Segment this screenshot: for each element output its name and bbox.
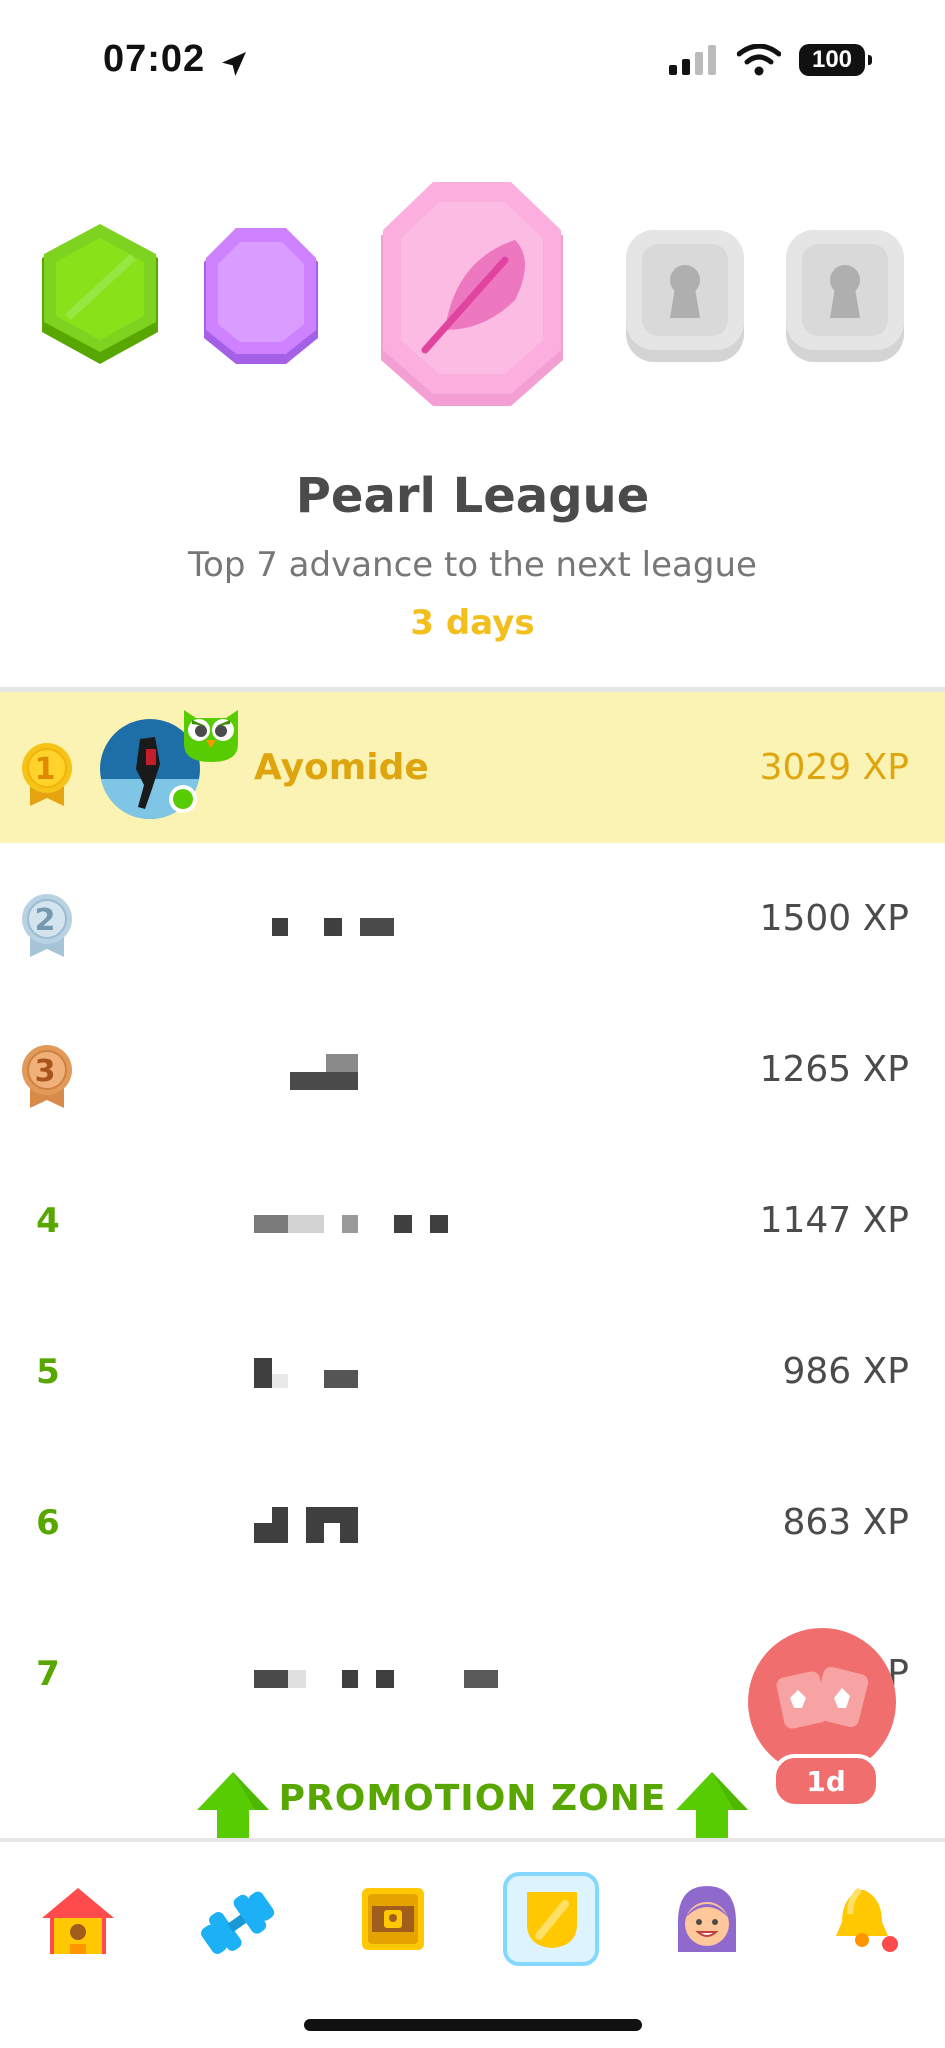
online-status-dot bbox=[169, 785, 197, 813]
blurred-user-name bbox=[342, 1215, 358, 1233]
blurred-user-name bbox=[326, 1054, 358, 1072]
league-subtitle: Top 7 advance to the next league bbox=[188, 545, 757, 585]
user-xp: 1500 XP bbox=[759, 898, 909, 939]
leaderboard-row[interactable]: 5 986 XP bbox=[0, 1296, 945, 1447]
rank-number: 4 bbox=[36, 1201, 60, 1241]
blurred-user-name bbox=[430, 1215, 448, 1233]
blurred-user-name bbox=[360, 918, 394, 936]
user-xp: 863 XP bbox=[782, 1502, 909, 1543]
amethyst-league-badge-icon[interactable] bbox=[200, 226, 322, 368]
location-arrow-icon bbox=[222, 52, 246, 76]
user-xp: 1147 XP bbox=[759, 1200, 909, 1241]
status-indicators: 100 bbox=[669, 44, 872, 76]
emerald-league-badge-icon[interactable] bbox=[38, 222, 162, 368]
blurred-user-name bbox=[254, 1670, 288, 1688]
avatar-icon[interactable] bbox=[670, 1882, 744, 1956]
home-icon[interactable] bbox=[40, 1886, 116, 1956]
blurred-user-name bbox=[254, 1523, 288, 1543]
leaderboard-row[interactable]: 6 863 XP bbox=[0, 1447, 945, 1598]
tab-bar bbox=[0, 1842, 945, 1992]
leaderboard-row[interactable]: 2 1500 XP bbox=[0, 843, 945, 994]
locked-league-badge-icon[interactable] bbox=[622, 226, 748, 366]
leaderboard-row[interactable]: 3 1265 XP bbox=[0, 994, 945, 1145]
rank-number: 1 bbox=[34, 752, 56, 787]
dumbbell-icon[interactable] bbox=[196, 1886, 278, 1958]
rank-number: 5 bbox=[36, 1352, 60, 1392]
blurred-user-name bbox=[376, 1670, 394, 1688]
home-indicator bbox=[304, 2019, 642, 2031]
promotion-arrow-icon bbox=[676, 1772, 748, 1840]
user-xp: 1265 XP bbox=[759, 1049, 909, 1090]
user-xp: 986 XP bbox=[782, 1351, 909, 1392]
league-title: Pearl League bbox=[295, 468, 650, 524]
rank-number: 2 bbox=[34, 903, 56, 938]
blurred-user-name bbox=[288, 1670, 306, 1688]
blurred-user-name bbox=[394, 1215, 412, 1233]
blurred-user-name bbox=[254, 1215, 288, 1233]
user-xp: 3029 XP bbox=[759, 747, 909, 788]
pearl-league-badge-icon[interactable] bbox=[375, 180, 569, 412]
blurred-user-name bbox=[290, 1072, 358, 1090]
user-name: Ayomide bbox=[254, 747, 429, 788]
promotion-zone-label: PROMOTION ZONE bbox=[278, 1778, 667, 1819]
blurred-user-name bbox=[464, 1670, 498, 1688]
battery-indicator: 100 bbox=[799, 44, 872, 76]
blurred-user-name bbox=[342, 1670, 358, 1688]
blurred-user-name bbox=[272, 1374, 288, 1388]
rank-number: 3 bbox=[34, 1054, 56, 1089]
leaderboard-row[interactable]: 4 1147 XP bbox=[0, 1145, 945, 1296]
status-time: 07:02 bbox=[103, 38, 206, 80]
league-time-left: 3 days bbox=[410, 603, 535, 643]
blurred-user-name bbox=[324, 1370, 358, 1388]
duo-owl-icon bbox=[184, 710, 238, 762]
blurred-user-name bbox=[272, 1507, 288, 1523]
wifi-icon bbox=[737, 44, 781, 76]
cellular-signal-icon bbox=[669, 45, 716, 75]
blurred-user-name bbox=[324, 918, 342, 936]
blurred-user-name bbox=[324, 1523, 340, 1543]
blurred-user-name bbox=[254, 1358, 272, 1388]
bell-icon[interactable] bbox=[830, 1884, 902, 1956]
treasure-chest-icon[interactable] bbox=[360, 1886, 426, 1952]
locked-league-badge-icon[interactable] bbox=[782, 226, 908, 366]
rank-number: 7 bbox=[36, 1654, 60, 1694]
rank-number: 6 bbox=[36, 1503, 60, 1543]
blurred-user-name bbox=[288, 1215, 324, 1233]
blurred-user-name bbox=[272, 918, 288, 936]
tab-leaderboard-active[interactable] bbox=[503, 1872, 599, 1966]
leaderboard-row-current-user[interactable]: 1 Ayomide 3029 XP bbox=[0, 692, 945, 843]
league-shield-icon bbox=[527, 1892, 577, 1948]
